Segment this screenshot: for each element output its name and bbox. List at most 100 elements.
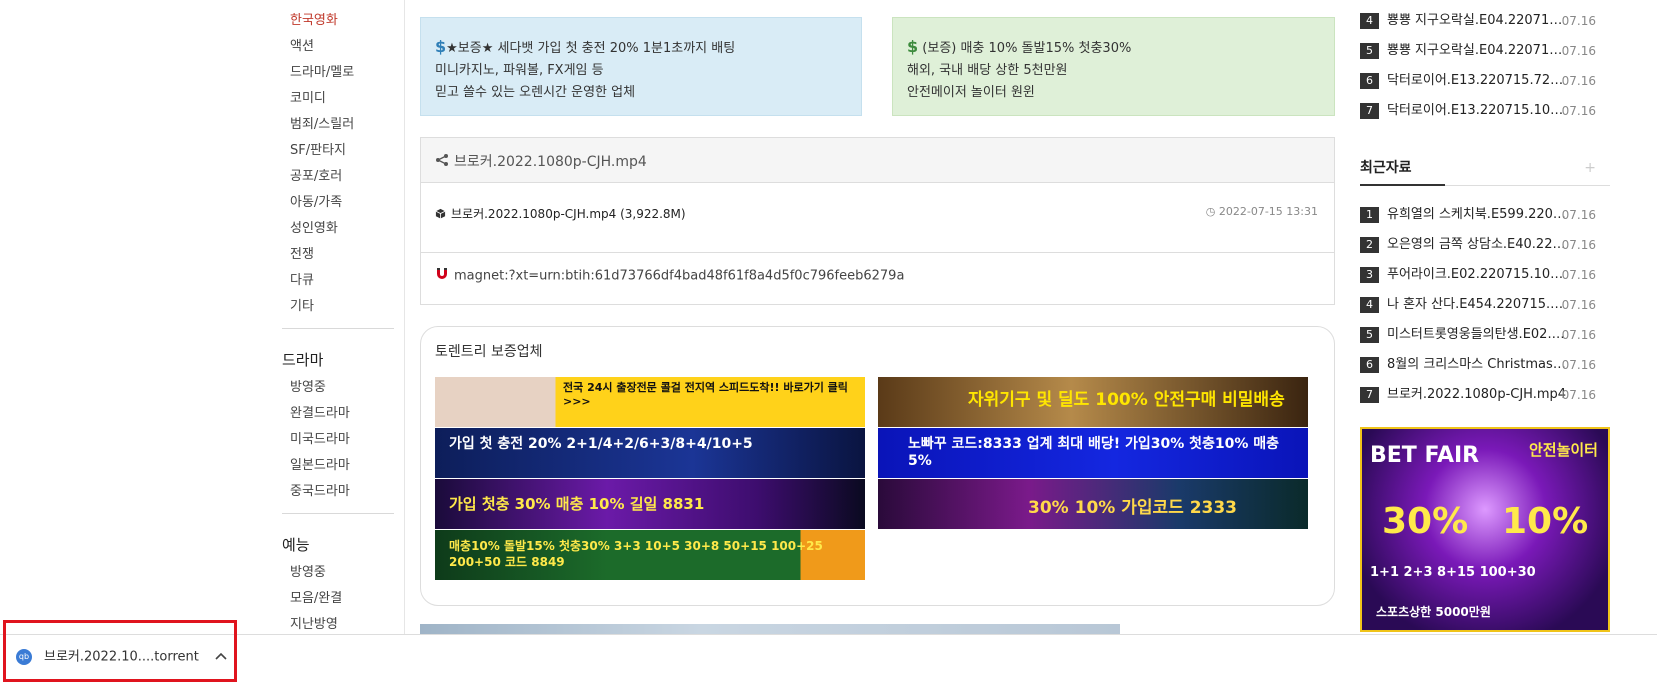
banner-percent-1: 30%: [1382, 501, 1469, 542]
nav-item-drama-melo[interactable]: 드라마/멜로: [270, 60, 404, 86]
magnet-link-row[interactable]: magnet:?xt=urn:btih:61d73766df4bad48f61f…: [421, 253, 1334, 299]
rank-badge: 7: [1360, 387, 1379, 403]
rank-badge: 5: [1360, 43, 1379, 59]
partner-ads-panel: 토렌트리 보증업체 전국 24시 출장전문 콜걸 전지역 스피드도착!! 바로가…: [420, 326, 1335, 606]
file-panel-title: 브로커.2022.1080p-CJH.mp4: [454, 154, 647, 170]
nav-item-variety-collection[interactable]: 모음/완결: [270, 586, 404, 612]
list-item-title: 푸어라이크.E02.220715.108…: [1387, 267, 1567, 282]
list-item[interactable]: 4 뿅뿅 지구오락실.E04.220715… 07.16: [1360, 6, 1610, 36]
list-item-date: 07.16: [1561, 358, 1596, 372]
list-item-date: 07.16: [1561, 44, 1596, 58]
list-item[interactable]: 4 나 혼자 산다.E454.220715.1… 07.16: [1360, 290, 1610, 320]
nav-item-action[interactable]: 액션: [270, 34, 404, 60]
banner-top-text: 안전놀이터: [1528, 441, 1598, 459]
nav-item-variety-airing[interactable]: 방영중: [270, 560, 404, 586]
list-item[interactable]: 7 브로커.2022.1080p-CJH.mp4 07.16: [1360, 380, 1610, 410]
list-item[interactable]: 5 미스터트롯영웅들의탄생.E02.… 07.16: [1360, 320, 1610, 350]
list-item-date: 07.16: [1561, 328, 1596, 342]
banner-text: 가입 첫충 30% 매충 10% 길일 8831: [449, 495, 705, 513]
recent-section-heading: 최근자료 +: [1360, 150, 1610, 186]
banner-text: 30% 10% 가입코드 2333: [1028, 498, 1238, 518]
banner-betfair[interactable]: 가입 첫충 30% 매충 10% 길일 8831: [435, 479, 865, 529]
text-ad-line: 안전메이저 놀이터 원윈: [907, 85, 1035, 100]
list-item-title: 닥터로이어.E13.220715.720…: [1387, 73, 1567, 88]
list-item[interactable]: 6 닥터로이어.E13.220715.720… 07.16: [1360, 66, 1610, 96]
banner-text: 전국 24시 출장전문 콜걸 전지역 스피드도착!! 바로가기 클릭 >>>: [563, 381, 848, 408]
rank-badge: 4: [1360, 297, 1379, 313]
nav-item-drama-airing[interactable]: 방영중: [270, 375, 404, 401]
nav-divider: [282, 328, 394, 329]
banner-text: 가입 첫 충전 20% 2+1/4+2/6+3/8+4/10+5: [449, 436, 753, 452]
list-item[interactable]: 5 뿅뿅 지구오락실.E04.220715… 07.16: [1360, 36, 1610, 66]
list-item-title: 뿅뿅 지구오락실.E04.220715…: [1387, 43, 1567, 58]
list-item[interactable]: 6 8월의 크리스마스 Christmas I… 07.16: [1360, 350, 1610, 380]
banner-text: 자위기구 및 딜도 100% 안전구매 비밀배송: [968, 390, 1285, 410]
dollar-icon: $: [435, 37, 447, 56]
list-item-date: 07.16: [1561, 14, 1596, 28]
text-ad-seda[interactable]: $★보증★ 세다뱃 가입 첫 충전 20% 1분1초까지 배팅 미니카지노, 파…: [420, 17, 862, 116]
partner-ads-title: 토렌트리 보증업체: [435, 344, 543, 360]
rank-badge: 2: [1360, 237, 1379, 253]
more-plus-icon[interactable]: +: [1584, 150, 1596, 186]
text-ad-winwin[interactable]: $ (보증) 매충 10% 돌발15% 첫충30% 해외, 국내 배당 상한 5…: [892, 17, 1335, 116]
nav-item-etc[interactable]: 기타: [270, 294, 404, 320]
list-item[interactable]: 1 유희열의 스케치북.E599.220715…07.16: [1360, 200, 1610, 230]
list-item[interactable]: 3 푸어라이크.E02.220715.108… 07.16: [1360, 260, 1610, 290]
magnet-link[interactable]: magnet:?xt=urn:btih:61d73766df4bad48f61f…: [454, 269, 904, 284]
nav-item-horror[interactable]: 공포/호러: [270, 164, 404, 190]
nav-item-drama-japan[interactable]: 일본드라마: [270, 453, 404, 479]
popular-list: 4 뿅뿅 지구오락실.E04.220715… 07.16 5 뿅뿅 지구오락실.E04…: [1360, 6, 1610, 126]
nav-item-documentary[interactable]: 다큐: [270, 268, 404, 294]
list-item-date: 07.16: [1561, 74, 1596, 88]
nav-item-adult[interactable]: 성인영화: [270, 216, 404, 242]
nav-item-sf-fantasy[interactable]: SF/판타지: [270, 138, 404, 164]
banner-limit: 스포츠상한 5000만원: [1376, 605, 1491, 619]
banner-seda[interactable]: 가입 첫 충전 20% 2+1/4+2/6+3/8+4/10+5: [435, 428, 865, 478]
nav-item-drama-completed[interactable]: 완결드라마: [270, 401, 404, 427]
download-item-content: qb 브로커.2022.10....torrent: [16, 645, 227, 669]
list-item-date: 07.16: [1561, 104, 1596, 118]
qbittorrent-icon: qb: [16, 649, 32, 665]
text-ad-line: $★보증★ 세다뱃 가입 첫 충전 20% 1분1초까지 배팅: [435, 36, 847, 60]
sidebar-banner-betfair[interactable]: BET FAIR 안전놀이터 30% 10% 1+1 2+3 8+15 100+…: [1360, 427, 1610, 632]
text-ad-text: ★보증★ 세다뱃 가입 첫 충전 20% 1분1초까지 배팅: [446, 41, 736, 56]
text-ad-line: 해외, 국내 배당 상한 5천만원: [907, 63, 1068, 78]
list-item[interactable]: 7 닥터로이어.E13.220715.108… 07.16: [1360, 96, 1610, 126]
banner-winwin[interactable]: 매충10% 돌발15% 첫충30% 3+3 10+5 30+8 50+15 10…: [435, 530, 865, 580]
nav-item-korean-movie[interactable]: 한국영화: [270, 8, 404, 34]
nav-item-drama-us[interactable]: 미국드라마: [270, 427, 404, 453]
nav-item-drama-china[interactable]: 중국드라마: [270, 479, 404, 505]
nav-item-family[interactable]: 아동/가족: [270, 190, 404, 216]
chevron-up-icon[interactable]: [215, 645, 227, 669]
list-item-title: 오은영의 금쪽 상담소.E40.22071…: [1387, 237, 1567, 252]
nav-heading-variety: 예능: [282, 536, 310, 554]
dollar-icon: $: [907, 37, 919, 56]
rank-badge: 6: [1360, 357, 1379, 373]
list-item[interactable]: 2 오은영의 금쪽 상담소.E40.22071…07.16: [1360, 230, 1610, 260]
file-name-size: 브로커.2022.1080p-CJH.mp4 (3,922.8M): [451, 207, 686, 221]
nav-heading-drama: 드라마: [282, 351, 324, 369]
file-date-text: 2022-07-15 13:31: [1218, 205, 1318, 218]
list-item-title: 닥터로이어.E13.220715.108…: [1387, 103, 1567, 118]
banner-toy[interactable]: 자위기구 및 딜도 100% 안전구매 비밀배송: [878, 377, 1308, 427]
right-sidebar: 4 뿅뿅 지구오락실.E04.220715… 07.16 5 뿅뿅 지구오락실.E04…: [1360, 0, 1610, 632]
download-item[interactable]: qb 브로커.2022.10....torrent: [3, 620, 237, 682]
rank-badge: 4: [1360, 13, 1379, 29]
file-row[interactable]: 브로커.2022.1080p-CJH.mp4 (3,922.8M) ◷ 2022…: [421, 183, 1334, 253]
banner-callgirl[interactable]: 전국 24시 출장전문 콜걸 전지역 스피드도착!! 바로가기 클릭 >>>: [435, 377, 865, 427]
text-ad-line: 미니카지노, 파워볼, FX게임 등: [435, 63, 604, 78]
banner-percent-2: 10%: [1502, 501, 1589, 542]
file-date: ◷ 2022-07-15 13:31: [1206, 205, 1318, 218]
banner-nobbaggu[interactable]: 노빠꾸 코드:8333 업계 최대 배당! 가입30% 첫충10% 매충5%: [878, 428, 1308, 478]
nav-item-comedy[interactable]: 코미디: [270, 86, 404, 112]
variety-category-list: 방영중 모음/완결 지난방영: [270, 560, 404, 638]
category-sidebar: 한국영화 액션 드라마/멜로 코미디 범죄/스릴러 SF/판타지 공포/호러 아…: [270, 0, 405, 635]
rank-badge: 6: [1360, 73, 1379, 89]
nav-item-crime-thriller[interactable]: 범죄/스릴러: [270, 112, 404, 138]
list-item-date: 07.16: [1561, 268, 1596, 282]
nav-item-war[interactable]: 전쟁: [270, 242, 404, 268]
banner-winner[interactable]: 30% 10% 가입코드 2333: [878, 479, 1308, 529]
rank-badge: 5: [1360, 327, 1379, 343]
banner-text: 노빠꾸 코드:8333 업계 최대 배당! 가입30% 첫충10% 매충5%: [908, 436, 1280, 469]
list-item-title: 8월의 크리스마스 Christmas I…: [1387, 357, 1567, 372]
